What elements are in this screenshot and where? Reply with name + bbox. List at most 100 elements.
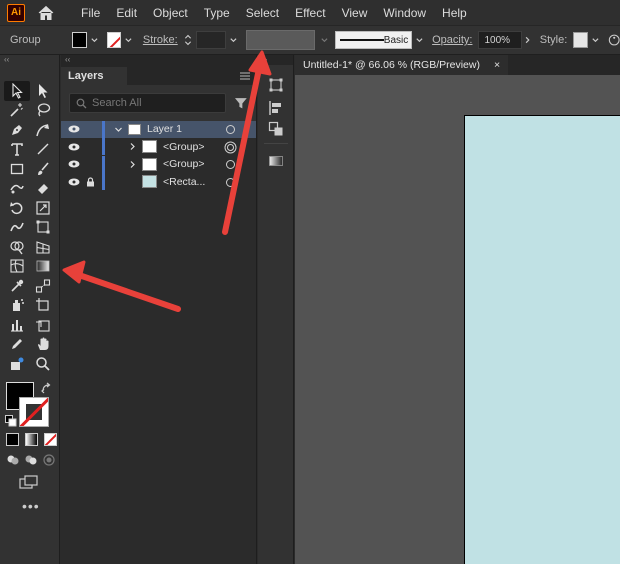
selection-tool-icon[interactable] <box>4 81 30 101</box>
visibility-eye-icon[interactable] <box>66 160 82 168</box>
none-mode-icon[interactable] <box>44 433 57 446</box>
mesh-tool-icon[interactable] <box>4 257 30 277</box>
chevron-right-icon[interactable] <box>523 35 532 45</box>
line-segment-tool-icon[interactable] <box>30 140 56 160</box>
menu-effect[interactable]: Effect <box>287 6 333 20</box>
zoom-tool-icon[interactable] <box>30 354 56 374</box>
gradient-panel-icon[interactable] <box>268 153 284 169</box>
gradient-mode-icon[interactable] <box>25 433 38 446</box>
stroke-weight-field[interactable] <box>195 31 227 49</box>
layer-row[interactable]: Layer 1 <box>61 120 256 139</box>
menu-help[interactable]: Help <box>434 6 475 20</box>
menu-object[interactable]: Object <box>145 6 196 20</box>
edit-toolbar-icon[interactable]: ••• <box>22 498 40 514</box>
menu-select[interactable]: Select <box>238 6 287 20</box>
layer-row[interactable]: <Recta... <box>61 173 256 191</box>
panel-menu-icon[interactable] <box>240 72 250 80</box>
color-mode-icon[interactable] <box>6 433 19 446</box>
close-icon[interactable]: × <box>494 59 500 75</box>
shaper-tool-icon[interactable] <box>4 179 30 199</box>
visibility-eye-icon[interactable] <box>66 178 82 186</box>
gradient-tool-icon[interactable] <box>30 257 56 277</box>
draw-behind-icon[interactable] <box>24 453 38 467</box>
shape-builder-tool-icon[interactable] <box>4 237 30 257</box>
chevron-down-icon[interactable] <box>124 35 133 45</box>
recolor-artwork-icon[interactable] <box>608 33 620 47</box>
collapse-icon[interactable]: ‹‹ <box>0 55 59 65</box>
graphic-style-swatch[interactable] <box>573 32 588 48</box>
menu-view[interactable]: View <box>334 6 376 20</box>
type-tool-icon[interactable] <box>4 140 30 160</box>
rotate-tool-icon[interactable] <box>4 198 30 218</box>
chevron-down-icon[interactable] <box>90 35 99 45</box>
lock-icon[interactable] <box>82 177 98 187</box>
eraser-tool-icon[interactable] <box>30 179 56 199</box>
artboard-tool-icon[interactable] <box>30 296 56 316</box>
chevron-down-icon[interactable] <box>591 35 600 45</box>
fill-swatch[interactable] <box>72 32 87 48</box>
draw-normal-icon[interactable] <box>6 453 20 467</box>
pencil-tool-icon[interactable] <box>4 335 30 355</box>
slice-tool-icon[interactable] <box>30 315 56 335</box>
home-icon[interactable] <box>37 4 55 22</box>
layer-name[interactable]: <Group> <box>163 158 204 170</box>
magic-wand-tool-icon[interactable] <box>4 101 30 121</box>
layers-search-input[interactable]: Search All <box>69 93 227 113</box>
pathfinder-panel-icon[interactable] <box>268 121 284 137</box>
target-circle-icon[interactable] <box>226 160 235 169</box>
opacity-field[interactable]: 100% <box>478 31 522 49</box>
opacity-label[interactable]: Opacity: <box>432 34 472 46</box>
transform-panel-icon[interactable] <box>268 77 284 93</box>
rectangle-tool-icon[interactable] <box>4 159 30 179</box>
brush-definition[interactable]: Basic <box>335 31 413 49</box>
stroke-stepper-icon[interactable] <box>184 33 192 47</box>
default-colors-icon[interactable] <box>5 415 17 427</box>
free-transform-tool-icon[interactable] <box>30 218 56 238</box>
draw-inside-icon[interactable] <box>42 453 56 467</box>
layer-row[interactable]: <Group> <box>61 138 256 156</box>
chevron-right-icon[interactable] <box>125 142 139 151</box>
stroke-label[interactable]: Stroke: <box>143 34 178 46</box>
paintbrush-tool-icon[interactable] <box>30 159 56 179</box>
menu-edit[interactable]: Edit <box>108 6 145 20</box>
visibility-eye-icon[interactable] <box>66 143 82 151</box>
blend-tool-icon[interactable] <box>30 276 56 296</box>
target-circle-icon[interactable] <box>227 143 234 151</box>
symbol-sprayer-tool-icon[interactable] <box>4 296 30 316</box>
curvature-tool-icon[interactable] <box>30 120 56 140</box>
layer-name[interactable]: <Recta... <box>163 176 205 188</box>
menu-file[interactable]: File <box>73 6 108 20</box>
layer-name[interactable]: <Group> <box>163 141 204 153</box>
menu-type[interactable]: Type <box>196 6 238 20</box>
column-graph-tool-icon[interactable] <box>4 315 30 335</box>
expand-panels-icon[interactable]: ›› <box>258 55 293 65</box>
pen-tool-icon[interactable] <box>4 120 30 140</box>
target-circle-icon[interactable] <box>226 125 235 134</box>
stroke-color-box[interactable] <box>19 397 49 427</box>
document-tab[interactable]: Untitled-1* @ 66.06 % (RGB/Preview) × <box>295 55 509 75</box>
chevron-down-icon[interactable] <box>111 125 125 134</box>
chevron-down-icon[interactable] <box>229 35 238 45</box>
scale-tool-icon[interactable] <box>30 198 56 218</box>
visibility-eye-icon[interactable] <box>66 125 82 133</box>
artboard[interactable] <box>464 115 620 564</box>
perspective-grid-tool-icon[interactable] <box>30 237 56 257</box>
panel-collapse-icon[interactable]: ‹‹ <box>61 55 256 65</box>
eyedropper-tool-icon[interactable] <box>4 276 30 296</box>
lasso-tool-icon[interactable] <box>30 101 56 121</box>
canvas[interactable] <box>295 75 620 564</box>
screen-mode-icon[interactable] <box>19 475 39 491</box>
layer-name[interactable]: Layer 1 <box>147 123 182 135</box>
puppet-warp-tool-icon[interactable] <box>4 354 30 374</box>
menu-window[interactable]: Window <box>375 6 434 20</box>
target-circle-icon[interactable] <box>226 177 235 187</box>
warp-tool-icon[interactable] <box>4 218 30 238</box>
filter-icon[interactable] <box>234 96 248 110</box>
hand-tool-icon[interactable] <box>30 335 56 355</box>
tab-layers[interactable]: Layers <box>61 67 127 85</box>
chevron-down-icon[interactable] <box>415 35 424 45</box>
layer-row[interactable]: <Group> <box>61 155 256 174</box>
align-panel-icon[interactable] <box>268 100 284 116</box>
swap-colors-icon[interactable] <box>41 382 53 394</box>
variable-width-profile[interactable] <box>245 30 316 50</box>
